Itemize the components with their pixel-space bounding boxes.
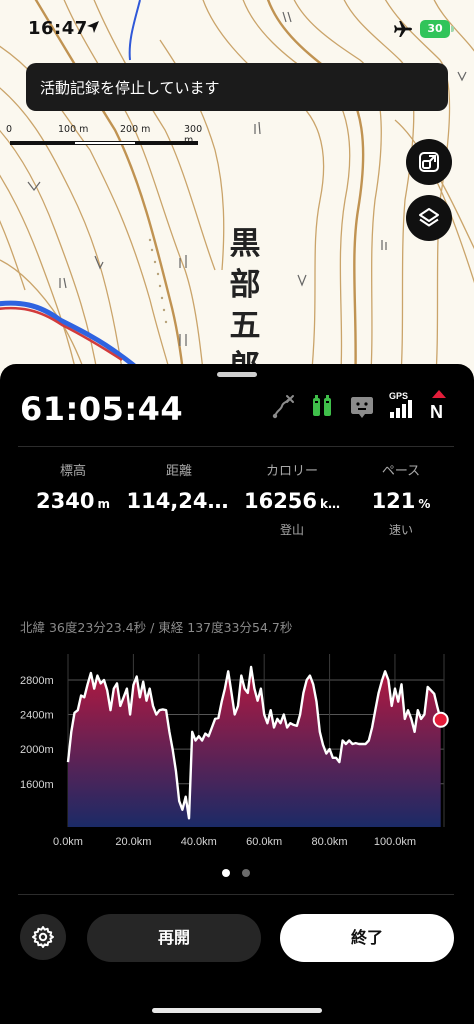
battery-pair-icon bbox=[310, 392, 334, 424]
gear-icon bbox=[32, 926, 54, 948]
x-tick-label: 100.0km bbox=[374, 836, 416, 848]
elapsed-time: 61:05:44 bbox=[20, 390, 184, 428]
scale-label: 200 m bbox=[120, 124, 151, 135]
resume-button[interactable]: 再開 bbox=[87, 914, 261, 962]
status-time: 16:47 bbox=[28, 18, 88, 39]
page-dot-active[interactable] bbox=[222, 869, 230, 877]
activity-panel: 61:05:44 GPS N 標高 2340 m 距離 114,24… カロリー… bbox=[0, 364, 474, 1024]
airplane-mode-icon bbox=[394, 21, 412, 37]
battery-icon: 30 bbox=[420, 20, 454, 38]
location-arrow-icon bbox=[87, 21, 99, 33]
map-view[interactable]: 黒 部 五 郎 16:47 30 活動記録を停止しています 0 100 m 20… bbox=[0, 0, 474, 380]
compass-north-icon: N bbox=[427, 390, 451, 424]
network-status-icon bbox=[349, 394, 375, 424]
stat-label: ペース bbox=[381, 464, 421, 479]
stat-calories: カロリー 16256 k… 登山 bbox=[233, 460, 351, 538]
stat-unit: m bbox=[97, 497, 110, 511]
gps-label: GPS bbox=[389, 391, 408, 401]
status-bar: 16:47 30 bbox=[0, 0, 474, 58]
settings-button[interactable] bbox=[20, 914, 66, 960]
north-label: N bbox=[430, 402, 443, 420]
stat-label: 距離 bbox=[165, 464, 192, 479]
divider bbox=[18, 446, 454, 447]
scale-label: 100 m bbox=[58, 124, 89, 135]
layers-icon bbox=[419, 208, 439, 227]
x-tick-label: 60.0km bbox=[246, 836, 282, 848]
end-button[interactable]: 終了 bbox=[280, 914, 454, 962]
toast-notification: 活動記録を停止しています bbox=[26, 63, 448, 111]
stat-distance: 距離 114,24… bbox=[120, 460, 238, 513]
scale-label: 0 bbox=[6, 124, 13, 135]
fit-route-button[interactable] bbox=[406, 139, 452, 185]
scale-segment bbox=[136, 141, 198, 145]
y-tick-label: 2000m bbox=[20, 744, 54, 756]
home-indicator bbox=[152, 1008, 322, 1013]
peak-name-char: 部 bbox=[229, 267, 261, 303]
stat-sublabel: 速い bbox=[388, 523, 413, 537]
stat-pace: ペース 121% 速い bbox=[342, 460, 460, 538]
current-position-marker bbox=[432, 711, 449, 728]
stat-value: 114,24… bbox=[120, 489, 238, 513]
toast-message: 活動記録を停止しています bbox=[40, 79, 220, 97]
coordinates-readout: 北緯 36度23分23.4秒 / 東経 137度33分54.7秒 bbox=[20, 620, 293, 635]
stat-unit: % bbox=[418, 497, 431, 511]
y-tick-label: 2800m bbox=[20, 675, 54, 687]
stat-label: 標高 bbox=[59, 464, 86, 479]
y-tick-label: 2400m bbox=[20, 710, 54, 722]
stat-value: 2340 m bbox=[14, 489, 132, 513]
route-icon bbox=[272, 394, 296, 424]
map-scale: 0 100 m 200 m 300 m bbox=[6, 124, 206, 150]
peak-name-label: 黒 部 五 郎 bbox=[228, 224, 262, 380]
layers-fit-icon bbox=[419, 152, 439, 172]
stat-number: 2340 bbox=[36, 489, 95, 513]
scale-segment bbox=[10, 141, 74, 145]
stat-sublabel: 登山 bbox=[279, 523, 304, 537]
stat-value: 121% bbox=[342, 489, 460, 513]
stat-number: 16256 bbox=[243, 489, 318, 513]
stat-unit: k… bbox=[320, 497, 341, 511]
x-tick-label: 80.0km bbox=[312, 836, 348, 848]
stat-altitude: 標高 2340 m bbox=[14, 460, 132, 513]
scale-segment bbox=[74, 141, 136, 145]
page-dot[interactable] bbox=[242, 869, 250, 877]
gps-signal-icon: GPS bbox=[388, 390, 414, 424]
x-tick-label: 0.0km bbox=[53, 836, 83, 848]
stat-value: 16256 k… bbox=[233, 489, 351, 513]
drag-handle[interactable] bbox=[217, 372, 257, 377]
elevation-chart[interactable]: 1600m 2000m 2400m 2800m 0.0km 20.0km 40.0km 60.… bbox=[0, 644, 474, 854]
peak-name-char: 黒 bbox=[229, 226, 261, 262]
x-tick-label: 40.0km bbox=[181, 836, 217, 848]
peak-name-char: 五 bbox=[229, 308, 261, 344]
stat-number: 114,24… bbox=[126, 489, 229, 513]
y-tick-label: 1600m bbox=[20, 779, 54, 791]
stat-label: カロリー bbox=[265, 464, 318, 479]
x-tick-label: 20.0km bbox=[115, 836, 151, 848]
map-layers-button[interactable] bbox=[406, 195, 452, 241]
divider bbox=[18, 894, 454, 895]
stat-number: 121 bbox=[371, 489, 416, 513]
